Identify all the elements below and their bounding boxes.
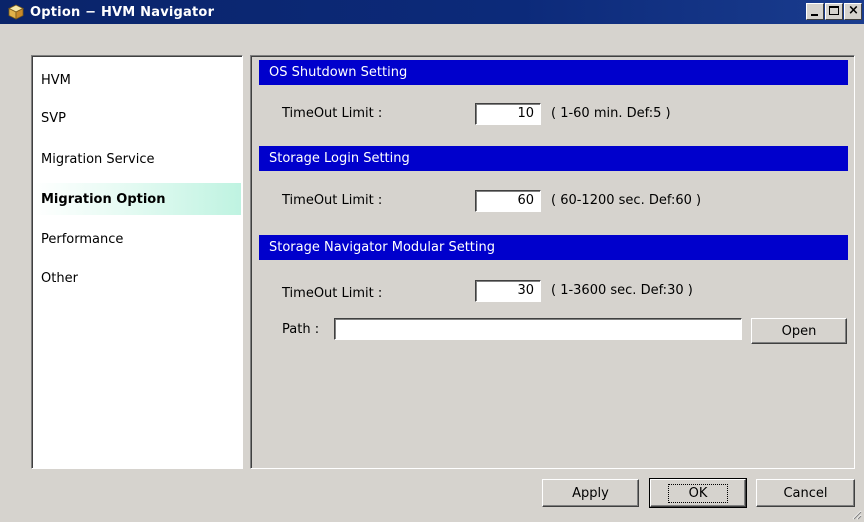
open-button[interactable]: Open <box>751 318 847 344</box>
path-label: Path : <box>282 322 320 337</box>
storage-login-header: Storage Login Setting <box>259 146 848 171</box>
minimize-icon <box>811 14 818 16</box>
storage-navigator-timeout-label: TimeOut Limit : <box>282 286 383 301</box>
storage-login-timeout-input[interactable]: 60 <box>475 190 541 212</box>
sidebar-nav: HVM SVP Migration Service Migration Opti… <box>31 55 243 469</box>
ok-button[interactable]: OK <box>649 478 747 508</box>
os-shutdown-header: OS Shutdown Setting <box>259 60 848 85</box>
storage-navigator-header: Storage Navigator Modular Setting <box>259 235 848 260</box>
title-bar[interactable]: Option − HVM Navigator × <box>0 0 864 24</box>
sidebar-item-migration-service[interactable]: Migration Service <box>33 143 241 175</box>
window-controls: × <box>806 3 862 20</box>
close-icon: × <box>848 3 859 18</box>
maximize-icon <box>829 6 839 15</box>
storage-login-timeout-label: TimeOut Limit : <box>282 193 383 208</box>
cancel-button[interactable]: Cancel <box>756 479 855 507</box>
storage-navigator-timeout-input[interactable]: 30 <box>475 280 541 302</box>
sidebar-item-migration-option[interactable]: Migration Option <box>33 183 241 215</box>
storage-login-timeout-hint: ( 60-1200 sec. Def:60 ) <box>551 193 702 208</box>
sidebar-item-svp[interactable]: SVP <box>33 102 241 134</box>
sidebar-item-other[interactable]: Other <box>33 262 241 294</box>
sidebar-item-performance[interactable]: Performance <box>33 223 241 255</box>
ok-button-label: OK <box>667 483 729 503</box>
apply-button[interactable]: Apply <box>542 479 639 507</box>
path-input[interactable] <box>334 318 742 340</box>
os-shutdown-timeout-hint: ( 1-60 min. Def:5 ) <box>551 106 671 121</box>
minimize-button[interactable] <box>806 3 824 20</box>
maximize-button[interactable] <box>825 3 843 20</box>
os-shutdown-timeout-label: TimeOut Limit : <box>282 106 383 121</box>
storage-navigator-timeout-hint: ( 1-3600 sec. Def:30 ) <box>551 283 693 298</box>
app-cube-icon <box>8 4 24 20</box>
resize-grip-icon[interactable] <box>850 508 862 520</box>
close-button[interactable]: × <box>844 3 862 20</box>
os-shutdown-timeout-input[interactable]: 10 <box>475 103 541 125</box>
sidebar-item-hvm[interactable]: HVM <box>33 64 241 96</box>
window-title: Option − HVM Navigator <box>30 4 215 20</box>
